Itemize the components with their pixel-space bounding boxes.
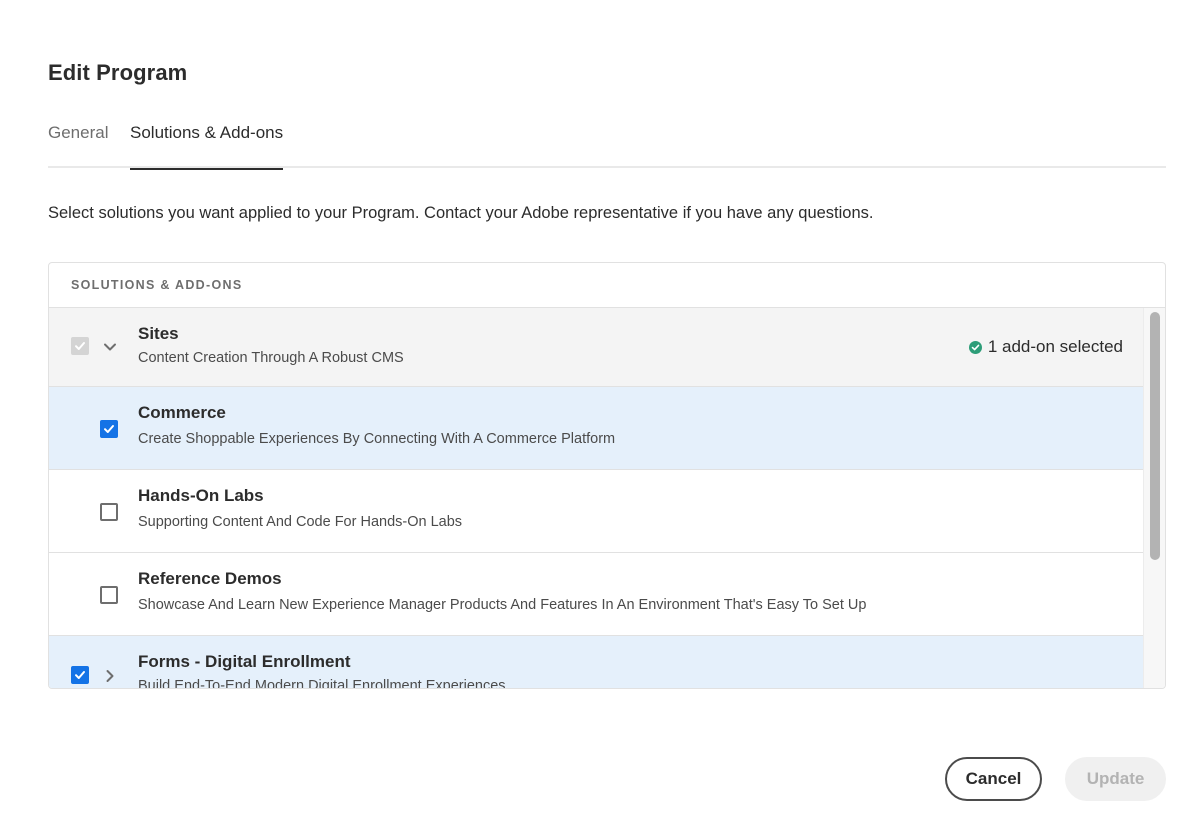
table-rows: Sites Content Creation Through A Robust … [49, 308, 1145, 689]
chevron-right-icon[interactable] [103, 669, 117, 683]
chevron-down-icon[interactable] [103, 340, 117, 354]
row-title: Commerce [138, 403, 226, 422]
table-scrollbar[interactable] [1143, 308, 1165, 688]
solution-row-sites[interactable]: Sites Content Creation Through A Robust … [49, 308, 1145, 387]
commerce-checkbox[interactable] [100, 420, 118, 438]
addon-status: 1 add-on selected [968, 337, 1123, 357]
checkmark-icon [104, 425, 114, 433]
row-title: Reference Demos [138, 569, 282, 588]
sites-checkbox [71, 337, 89, 355]
row-title: Sites [138, 324, 179, 343]
hands-on-labs-checkbox[interactable] [100, 503, 118, 521]
row-subtitle: Create Shoppable Experiences By Connecti… [138, 431, 616, 447]
row-title: Hands-On Labs [138, 486, 264, 505]
edit-program-dialog: Edit Program General Solutions & Add-ons… [48, 0, 1166, 821]
tab-list: General Solutions & Add-ons [48, 112, 1166, 170]
row-title: Forms - Digital Enrollment [138, 652, 351, 671]
tab-solutions-addons[interactable]: Solutions & Add-ons [130, 112, 284, 170]
addon-row-commerce[interactable]: Commerce Create Shoppable Experiences By… [49, 387, 1145, 470]
addon-row-reference-demos[interactable]: Reference Demos Showcase And Learn New E… [49, 553, 1145, 636]
table-header: SOLUTIONS & ADD-ONS [49, 263, 1165, 308]
success-check-icon [968, 340, 982, 354]
row-subtitle: Supporting Content And Code For Hands-On… [138, 514, 463, 530]
scrollbar-thumb[interactable] [1150, 312, 1160, 560]
tab-general[interactable]: General [48, 112, 108, 168]
row-subtitle: Content Creation Through A Robust CMS [138, 350, 404, 366]
solutions-table: SOLUTIONS & ADD-ONS Sites Content Creati… [48, 262, 1166, 689]
reference-demos-checkbox[interactable] [100, 586, 118, 604]
forms-digital-enrollment-checkbox[interactable] [71, 666, 89, 684]
dialog-title: Edit Program [48, 60, 188, 85]
cancel-button[interactable]: Cancel [945, 757, 1042, 801]
checkmark-icon [75, 342, 85, 350]
addon-row-hands-on-labs[interactable]: Hands-On Labs Supporting Content And Cod… [49, 470, 1145, 553]
dialog-description: Select solutions you want applied to you… [48, 204, 874, 222]
solution-row-forms-digital-enrollment[interactable]: Forms - Digital Enrollment Build End-To-… [49, 636, 1145, 689]
checkmark-icon [75, 671, 85, 679]
addon-status-text: 1 add-on selected [987, 337, 1123, 356]
row-subtitle: Showcase And Learn New Experience Manage… [138, 597, 867, 613]
row-subtitle: Build End-To-End Modern Digital Enrollme… [138, 678, 506, 689]
update-button[interactable]: Update [1065, 757, 1166, 801]
